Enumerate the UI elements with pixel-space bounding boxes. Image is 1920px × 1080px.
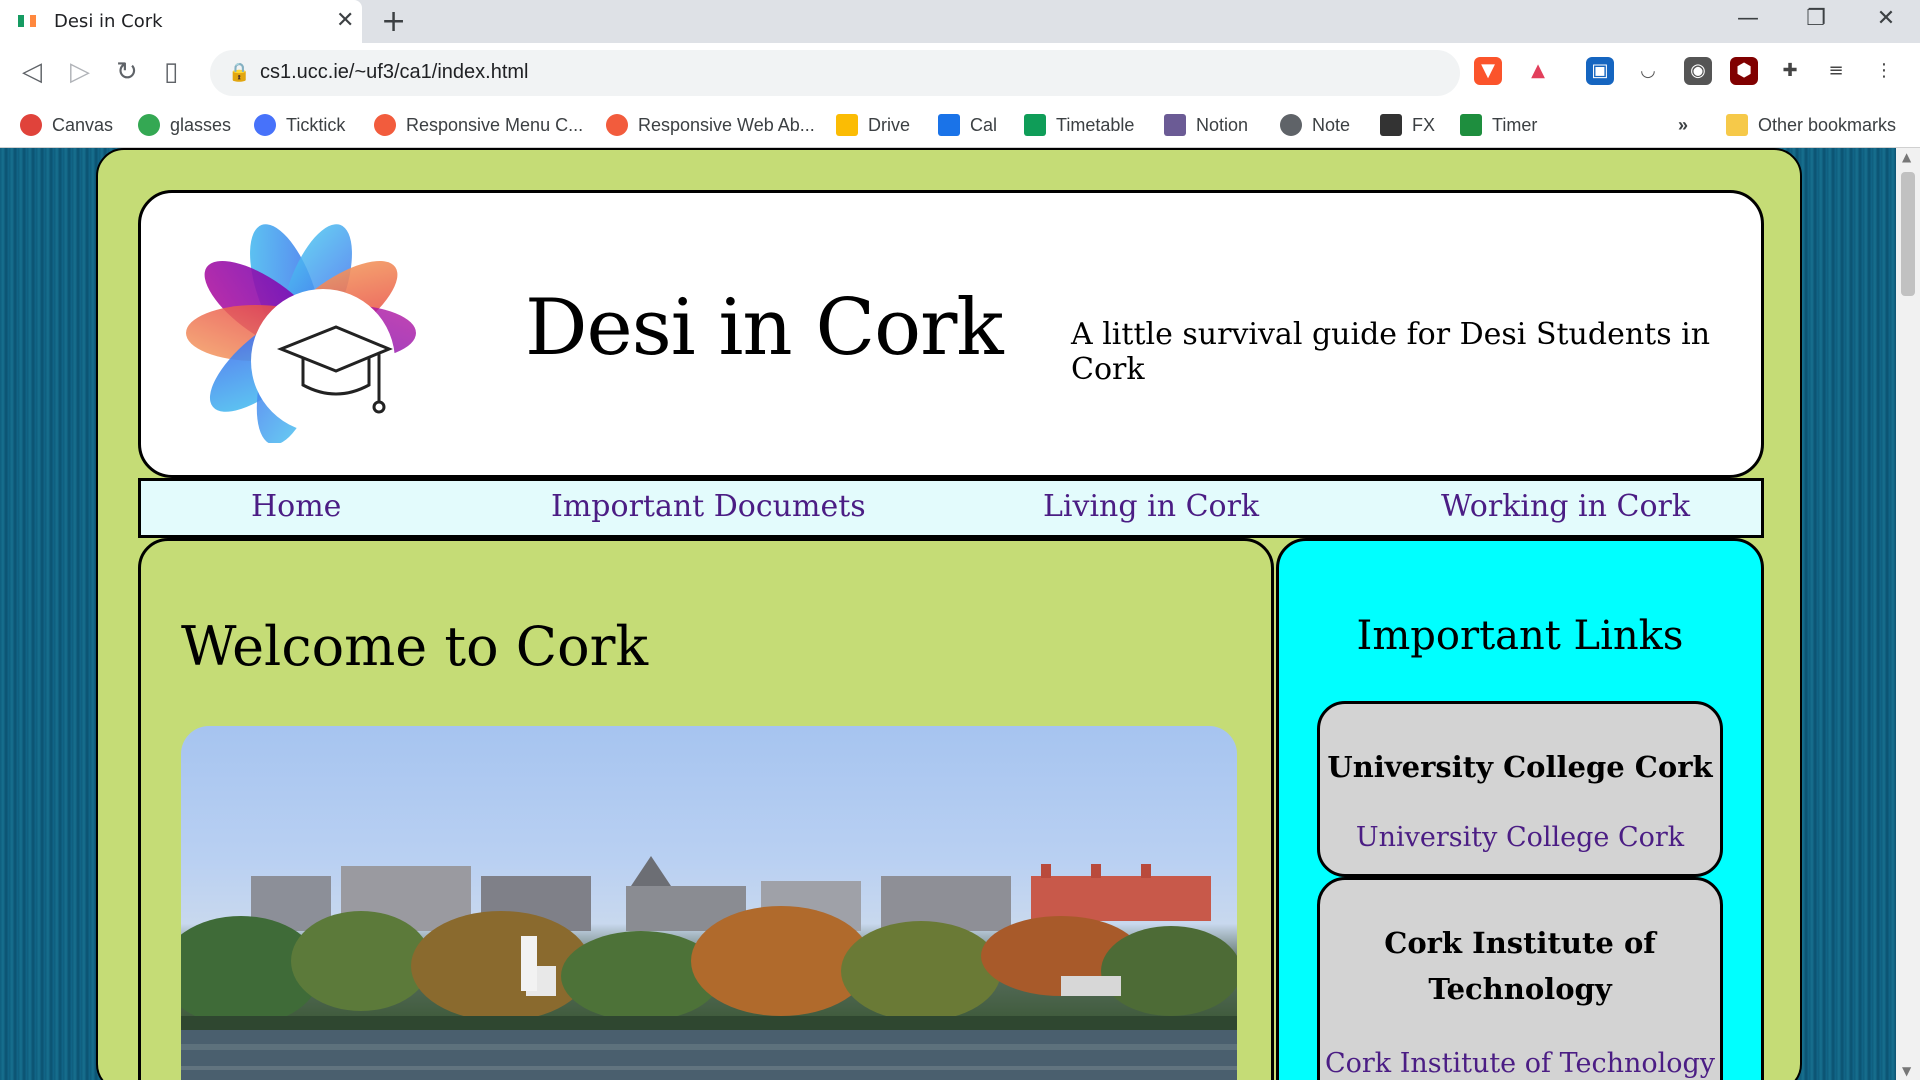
bookmark-fx[interactable]: FX xyxy=(1380,112,1435,138)
cork-riverside-photo xyxy=(181,726,1237,1080)
restore-icon[interactable]: ❐ xyxy=(1796,6,1836,31)
notion-icon xyxy=(1164,114,1186,136)
ucc-link[interactable]: University College Cork xyxy=(1320,822,1720,853)
brave-shield-icon[interactable]: ▼ xyxy=(1474,57,1502,85)
bookmarks-bar: Canvas glasses Ticktick Responsive Menu … xyxy=(0,103,1920,148)
back-icon[interactable]: ◁ xyxy=(22,57,42,87)
scrollbar-thumb[interactable] xyxy=(1901,172,1915,296)
sidebar-heading: Important Links xyxy=(1356,613,1684,659)
bookmark-timetable[interactable]: Timetable xyxy=(1024,112,1134,138)
minimize-icon[interactable]: — xyxy=(1728,6,1768,31)
close-window-icon[interactable]: ✕ xyxy=(1866,6,1906,31)
timer-icon xyxy=(1460,114,1482,136)
bookmark-responsive-menu[interactable]: Responsive Menu C... xyxy=(374,112,583,138)
bookmark-canvas[interactable]: Canvas xyxy=(20,112,113,138)
nav-important-documents[interactable]: Important Documets xyxy=(551,489,866,524)
graduation-cap-logo xyxy=(186,224,416,443)
canvas-icon xyxy=(20,114,42,136)
bookmark-timer[interactable]: Timer xyxy=(1460,112,1537,138)
browser-toolbar: ◁ ▷ ↻ ▯ 🔒 cs1.ucc.ie/~uf3/ca1/index.html… xyxy=(0,43,1920,103)
tab-title: Desi in Cork xyxy=(54,11,163,32)
close-tab-icon[interactable]: ✕ xyxy=(336,8,354,33)
drive-icon xyxy=(836,114,858,136)
sheets-icon xyxy=(1024,114,1046,136)
page-title: Welcome to Cork xyxy=(181,615,649,678)
bookmark-responsive-web[interactable]: Responsive Web Ab... xyxy=(606,112,815,138)
glasses-icon xyxy=(138,114,160,136)
scroll-up-icon[interactable]: ▲ xyxy=(1902,150,1911,164)
sidebar-important-links: Important Links University College Cork … xyxy=(1276,538,1764,1080)
ireland-flag-icon xyxy=(18,15,36,27)
cit-link[interactable]: Cork Institute of Technology xyxy=(1320,1048,1720,1079)
link-card-title: University College Cork xyxy=(1327,750,1713,784)
calendar-icon xyxy=(938,114,960,136)
nav-home[interactable]: Home xyxy=(251,489,341,524)
address-bar[interactable]: 🔒 cs1.ucc.ie/~uf3/ca1/index.html xyxy=(210,50,1460,96)
rewards-triangle-icon[interactable]: ▲ xyxy=(1524,57,1552,85)
page-wrapper: Desi in Cork A little survival guide for… xyxy=(96,148,1802,1080)
cork-landscape-illustration xyxy=(181,856,1237,1080)
main-content: Welcome to Cork xyxy=(138,538,1274,1080)
bookmark-note[interactable]: Note xyxy=(1280,112,1350,138)
browser-tab[interactable]: Desi in Cork ✕ xyxy=(0,0,362,43)
nav-working-in-cork[interactable]: Working in Cork xyxy=(1441,489,1690,524)
forward-icon[interactable]: ▷ xyxy=(70,57,90,87)
site-title: Desi in Cork xyxy=(525,283,1004,373)
link-card-cit: Cork Institute of Technology Cork Instit… xyxy=(1317,877,1723,1080)
bookmark-drive[interactable]: Drive xyxy=(836,112,910,138)
vertical-scrollbar[interactable]: ▲ ▼ xyxy=(1896,148,1920,1080)
globe-icon xyxy=(1280,114,1302,136)
scroll-down-icon[interactable]: ▼ xyxy=(1902,1064,1911,1078)
tab-strip: Desi in Cork ✕ + — ❐ ✕ xyxy=(0,0,1920,43)
folder-icon xyxy=(1726,114,1748,136)
pocket-icon[interactable]: ◡ xyxy=(1634,57,1662,85)
extension-icon[interactable]: ▣ xyxy=(1586,57,1614,85)
site-tagline: A little survival guide for Desi Student… xyxy=(1071,317,1711,387)
main-navigation: Home Important Documets Living in Cork W… xyxy=(138,478,1764,538)
url-text: cs1.ucc.ie/~uf3/ca1/index.html xyxy=(260,61,529,83)
page-viewport: Desi in Cork A little survival guide for… xyxy=(0,148,1920,1080)
codepen-icon xyxy=(606,114,628,136)
bookmarks-overflow[interactable]: » xyxy=(1678,112,1688,138)
menu-icon[interactable]: ⋮ xyxy=(1870,57,1898,85)
nav-living-in-cork[interactable]: Living in Cork xyxy=(1043,489,1259,524)
media-control-icon[interactable]: ≡ xyxy=(1822,57,1850,85)
bookmark-glasses[interactable]: glasses xyxy=(138,112,231,138)
bookmark-cal[interactable]: Cal xyxy=(938,112,997,138)
reload-icon[interactable]: ↻ xyxy=(116,57,138,87)
lock-icon: 🔒 xyxy=(228,62,251,83)
off-extension-icon[interactable]: ◉ xyxy=(1684,57,1712,85)
codepen-icon xyxy=(374,114,396,136)
fx-icon xyxy=(1380,114,1402,136)
new-tab-button[interactable]: + xyxy=(381,4,406,39)
extensions-puzzle-icon[interactable]: ✚ xyxy=(1776,57,1804,85)
bookmark-icon[interactable]: ▯ xyxy=(164,57,178,87)
ublock-icon[interactable]: ⬢ xyxy=(1730,57,1758,85)
site-header: Desi in Cork A little survival guide for… xyxy=(138,190,1764,478)
bookmark-notion[interactable]: Notion xyxy=(1164,112,1248,138)
link-card-ucc: University College Cork University Colle… xyxy=(1317,701,1723,877)
bookmark-ticktick[interactable]: Ticktick xyxy=(254,112,345,138)
ticktick-icon xyxy=(254,114,276,136)
other-bookmarks[interactable]: Other bookmarks xyxy=(1726,112,1896,138)
link-card-title: Cork Institute of Technology xyxy=(1384,926,1656,1006)
